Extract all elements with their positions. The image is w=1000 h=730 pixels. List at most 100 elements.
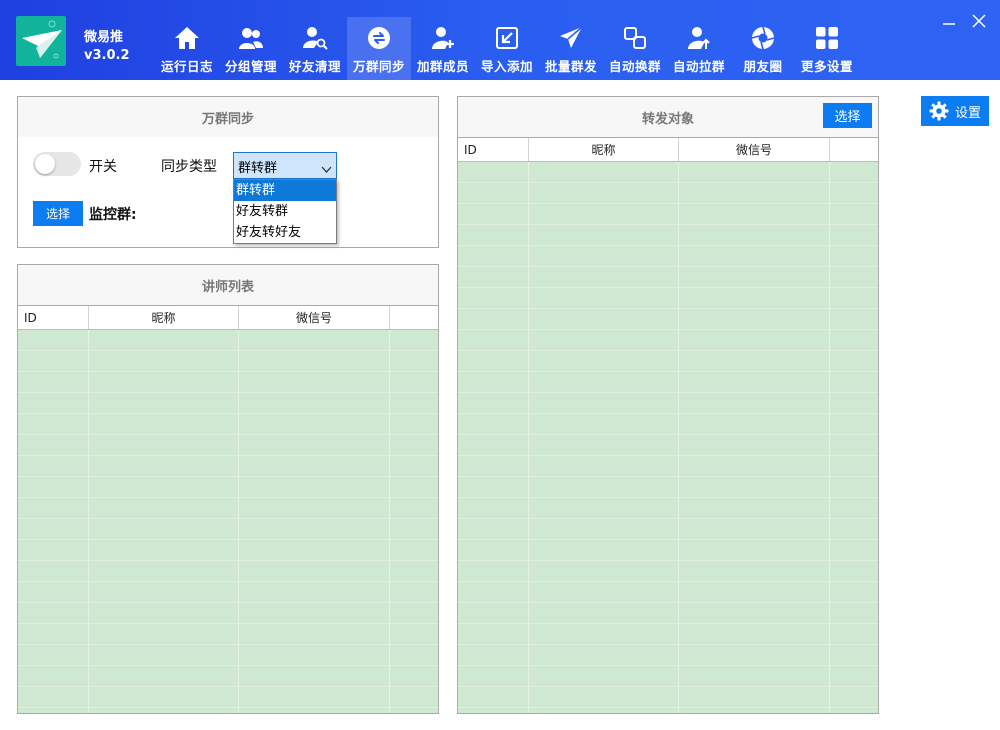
table-row[interactable] [18, 624, 438, 645]
table-row[interactable] [458, 204, 878, 225]
column-header-nickname[interactable]: 昵称 [89, 306, 239, 329]
table-cell [529, 540, 679, 560]
table-cell [458, 561, 529, 581]
table-row[interactable] [458, 582, 878, 603]
table-row[interactable] [458, 288, 878, 309]
table-row[interactable] [18, 414, 438, 435]
sync-switch[interactable] [33, 152, 81, 176]
table-row[interactable] [458, 330, 878, 351]
table-row[interactable] [458, 687, 878, 708]
table-row[interactable] [458, 225, 878, 246]
table-cell [679, 204, 830, 224]
table-row[interactable] [458, 561, 878, 582]
table-row[interactable] [458, 393, 878, 414]
table-row[interactable] [458, 477, 878, 498]
table-cell [679, 351, 830, 371]
table-row[interactable] [458, 183, 878, 204]
table-row[interactable] [458, 708, 878, 713]
table-cell [18, 330, 89, 350]
sync-type-option[interactable]: 群转群 [234, 180, 336, 201]
table-row[interactable] [18, 666, 438, 687]
close-button[interactable] [968, 10, 990, 32]
table-row[interactable] [18, 561, 438, 582]
nav-moments[interactable]: 朋友圈 [731, 17, 795, 80]
table-row[interactable] [458, 162, 878, 183]
nav-batch-send[interactable]: 批量群发 [539, 17, 603, 80]
table-cell [529, 183, 679, 203]
table-row[interactable] [458, 603, 878, 624]
table-row[interactable] [18, 498, 438, 519]
table-row[interactable] [18, 687, 438, 708]
table-cell [458, 519, 529, 539]
table-cell [529, 288, 679, 308]
column-header-extra[interactable] [830, 138, 878, 161]
nav-add-members[interactable]: 加群成员 [411, 17, 475, 80]
forward-table: ID 昵称 微信号 [458, 137, 878, 713]
sync-type-select[interactable]: 群转群 [233, 152, 337, 179]
table-row[interactable] [18, 456, 438, 477]
column-header-extra[interactable] [390, 306, 438, 329]
nav-import-add[interactable]: 导入添加 [475, 17, 539, 80]
table-row[interactable] [18, 519, 438, 540]
column-header-id[interactable]: ID [18, 306, 89, 329]
table-cell [390, 540, 438, 560]
table-row[interactable] [458, 519, 878, 540]
table-row[interactable] [458, 414, 878, 435]
column-header-wechat-id[interactable]: 微信号 [239, 306, 390, 329]
table-row[interactable] [458, 540, 878, 561]
minimize-button[interactable] [938, 10, 960, 32]
monitor-select-button[interactable]: 选择 [33, 201, 83, 226]
table-row[interactable] [18, 372, 438, 393]
nav-auto-switch-group[interactable]: 自动换群 [603, 17, 667, 80]
table-row[interactable] [18, 603, 438, 624]
nav-group-sync[interactable]: 万群同步 [347, 17, 411, 80]
sync-panel-title: 万群同步 [18, 97, 438, 137]
table-row[interactable] [458, 645, 878, 666]
table-row[interactable] [18, 435, 438, 456]
table-cell [458, 582, 529, 602]
table-row[interactable] [458, 372, 878, 393]
table-cell [458, 435, 529, 455]
table-cell [529, 666, 679, 686]
table-cell [18, 456, 89, 476]
table-row[interactable] [18, 582, 438, 603]
table-row[interactable] [18, 477, 438, 498]
table-row[interactable] [18, 393, 438, 414]
settings-button[interactable]: 设置 [921, 96, 989, 126]
table-row[interactable] [18, 351, 438, 372]
sync-type-option[interactable]: 好友转群 [234, 201, 336, 222]
nav-more-settings[interactable]: 更多设置 [795, 17, 859, 80]
nav-friend-clean[interactable]: 好友清理 [283, 17, 347, 80]
table-row[interactable] [458, 435, 878, 456]
forward-panel-title: 转发对象 [458, 97, 878, 137]
nav-group-manage[interactable]: 分组管理 [219, 17, 283, 80]
table-row[interactable] [18, 540, 438, 561]
column-header-nickname[interactable]: 昵称 [529, 138, 679, 161]
forward-select-button[interactable]: 选择 [823, 103, 872, 128]
nav-auto-pull-group[interactable]: 自动拉群 [667, 17, 731, 80]
sync-type-option[interactable]: 好友转好友 [234, 222, 336, 243]
nav-run-log[interactable]: 运行日志 [155, 17, 219, 80]
table-cell [679, 582, 830, 602]
table-cell [458, 267, 529, 287]
table-header: ID 昵称 微信号 [18, 305, 438, 330]
table-row[interactable] [458, 309, 878, 330]
table-row[interactable] [458, 267, 878, 288]
table-row[interactable] [18, 708, 438, 713]
table-cell [830, 624, 878, 644]
column-header-wechat-id[interactable]: 微信号 [679, 138, 830, 161]
table-row[interactable] [458, 498, 878, 519]
table-row[interactable] [458, 456, 878, 477]
table-row[interactable] [458, 624, 878, 645]
table-cell [529, 519, 679, 539]
table-cell [679, 309, 830, 329]
table-row[interactable] [458, 351, 878, 372]
table-row[interactable] [18, 645, 438, 666]
table-cell [830, 582, 878, 602]
title-bar: 微易推 v3.0.2 运行日志 分组管理 好友清理 万群同步 加群成员 导入添加… [0, 0, 1000, 80]
table-row[interactable] [458, 666, 878, 687]
table-row[interactable] [458, 246, 878, 267]
column-header-id[interactable]: ID [458, 138, 529, 161]
table-row[interactable] [18, 330, 438, 351]
table-cell [679, 393, 830, 413]
